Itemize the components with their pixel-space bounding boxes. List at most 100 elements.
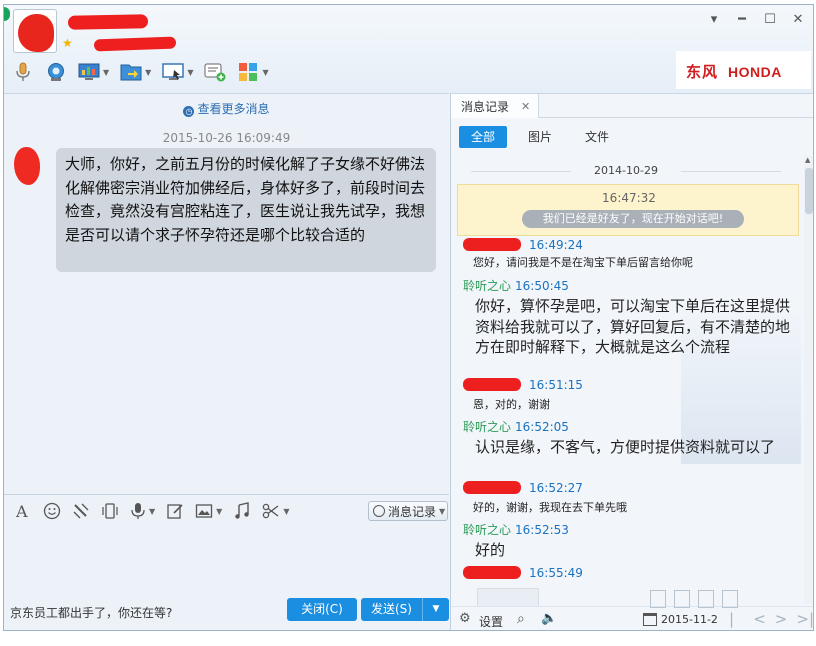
top-toolbar: ▼ ▼ ▼ ▼ — [12, 59, 280, 85]
online-indicator — [4, 7, 10, 21]
file-transfer-button[interactable]: ▼ — [120, 60, 151, 84]
music-button[interactable] — [233, 502, 251, 520]
history-filters: 全部 图片 文件 — [459, 126, 630, 148]
shake-button[interactable] — [72, 502, 90, 520]
vibrate-button[interactable] — [101, 502, 119, 520]
apps-grid-icon — [237, 61, 259, 83]
filter-images[interactable]: 图片 — [516, 126, 564, 148]
contact-avatar[interactable] — [13, 9, 57, 53]
close-tab-icon[interactable]: ✕ — [521, 100, 530, 113]
tab-label: 消息记录 — [461, 99, 510, 114]
view-more-label[interactable]: 查看更多消息 — [197, 102, 269, 116]
chevron-down-icon[interactable]: ▼ — [262, 68, 268, 77]
vibrate-icon — [102, 503, 118, 519]
editor-toolbar: A ▼ ▼ ▼ — [14, 500, 300, 522]
filter-files[interactable]: 文件 — [573, 126, 621, 148]
redaction-mark — [67, 14, 149, 30]
message-text: 好的 — [475, 541, 506, 559]
chevron-down-icon[interactable]: ▼ — [103, 68, 109, 77]
shake-icon — [73, 503, 89, 519]
tab-message-history[interactable]: 消息记录 ✕ — [451, 94, 539, 118]
date-separator: 2014-10-29 — [461, 164, 791, 178]
list-item: 16:49:24 您好，请问我是不是在淘宝下单后留言给你呢 — [463, 238, 799, 272]
voice-call-button[interactable] — [12, 60, 34, 84]
history-footer: ⚙ 设置 ⌕ 🔈 2015-11-2 |< < > >| — [451, 606, 813, 630]
chevron-down-icon[interactable]: ▼ — [283, 507, 289, 516]
webcam-icon — [45, 61, 67, 83]
promo-tip[interactable]: 京东员工都出手了，你还在等? — [10, 604, 172, 621]
list-item: 16:52:27 好的，谢谢，我现在去下单先哦 — [463, 481, 799, 517]
screenshot-button[interactable]: ▼ — [262, 502, 289, 520]
message-timestamp: 2015-10-26 16:09:49 — [162, 131, 291, 145]
chevron-down-icon[interactable]: ▼ — [187, 68, 193, 77]
scroll-thumb[interactable] — [805, 168, 813, 214]
filter-all[interactable]: 全部 — [459, 126, 508, 148]
chevron-down-icon[interactable]: ▼ — [149, 507, 155, 516]
chevron-down-icon: ▼ — [439, 506, 446, 516]
send-options-chevron-icon[interactable]: ▼ — [423, 598, 449, 621]
svg-text:A: A — [15, 502, 28, 520]
edit-button[interactable] — [166, 502, 184, 520]
message-input[interactable] — [4, 524, 449, 599]
sender-avatar[interactable] — [14, 147, 40, 185]
first-page-icon[interactable]: |< — [729, 610, 744, 630]
remote-desktop-button[interactable]: ▼ — [78, 60, 109, 84]
next-page-icon[interactable]: > — [775, 610, 788, 630]
brand-logo: 东风 HONDA — [676, 51, 811, 89]
list-item: 聆听之心 16:52:05 认识是缘，不客气，方便时提供资料就可以了 — [463, 418, 799, 458]
speaker-icon[interactable]: 🔈 — [541, 611, 557, 626]
send-button[interactable]: 发送(S) ▼ — [361, 598, 449, 621]
list-item: 聆听之心 16:52:53 好的 — [463, 521, 799, 561]
chat-window: ★ ▾ ━ ☐ ✕ 东风 HONDA ▼ ▼ ▼ ▼ ◷ 查看更多消息 2015… — [3, 4, 814, 631]
brand-english: HONDA — [728, 64, 782, 80]
settings-link[interactable]: 设置 — [479, 613, 503, 630]
file-transfer-icon — [120, 61, 142, 83]
history-list[interactable]: 2014-10-29 16:47:32 我们已经是好友了，现在开始对话吧! 16… — [451, 154, 801, 604]
list-item: 16:51:15 恩，对的，谢谢 — [463, 378, 799, 414]
message-text: 您好，请问我是不是在淘宝下单后留言给你呢 — [473, 256, 693, 269]
edit-icon — [167, 504, 183, 519]
message-text: 恩，对的，谢谢 — [473, 398, 550, 411]
minimize-button[interactable]: ━ — [733, 11, 751, 29]
smiley-icon — [43, 502, 61, 520]
message-history-button[interactable]: 消息记录 ▼ — [368, 501, 448, 521]
contact-name-row — [64, 13, 364, 31]
image-icon — [196, 504, 213, 518]
history-panel: 消息记录 ✕ 全部 图片 文件 2014-10-29 16:47:32 我们已经… — [450, 93, 813, 630]
scroll-up-icon[interactable]: ▲ — [805, 156, 810, 164]
microphone-icon — [12, 61, 34, 83]
apps-button[interactable]: ▼ — [237, 60, 269, 84]
calendar-icon[interactable] — [643, 613, 657, 626]
screen-share-icon — [162, 61, 185, 83]
system-notice: 16:47:32 我们已经是好友了，现在开始对话吧! — [457, 184, 799, 236]
close-button[interactable]: ✕ — [789, 11, 807, 29]
send-label[interactable]: 发送(S) — [361, 598, 423, 621]
video-call-button[interactable] — [45, 60, 67, 84]
maximize-button[interactable]: ☐ — [761, 11, 779, 29]
chevron-down-icon[interactable]: ▼ — [145, 68, 151, 77]
add-note-button[interactable] — [204, 60, 226, 84]
history-pagination: |< < > >| — [729, 610, 813, 630]
window-controls: ▾ ━ ☐ ✕ — [705, 11, 807, 29]
history-scrollbar[interactable]: ▲ — [804, 156, 813, 604]
clock-icon — [373, 505, 385, 517]
image-button[interactable]: ▼ — [195, 502, 222, 520]
dropdown-menu-icon[interactable]: ▾ — [705, 11, 723, 29]
prev-page-icon[interactable]: < — [753, 610, 766, 630]
gear-icon[interactable]: ⚙ — [459, 611, 471, 626]
system-message: 我们已经是好友了，现在开始对话吧! — [522, 210, 744, 228]
close-chat-button[interactable]: 关闭(C) — [287, 598, 357, 621]
message-text: 好的，谢谢，我现在去下单先哦 — [473, 501, 627, 514]
screen-share-button[interactable]: ▼ — [162, 60, 193, 84]
voice-message-button[interactable]: ▼ — [130, 502, 155, 520]
chevron-down-icon[interactable]: ▼ — [216, 507, 222, 516]
history-date[interactable]: 2015-11-2 — [661, 613, 718, 626]
scissors-icon — [263, 503, 279, 519]
last-page-icon[interactable]: >| — [796, 610, 813, 630]
search-icon[interactable]: ⌕ — [517, 611, 525, 627]
font-button[interactable]: A — [14, 502, 32, 520]
ghost-overlay — [650, 590, 738, 608]
message-text: 你好，算怀孕是吧，可以淘宝下单后在这里提供资料给我就可以了，算好回复后，有不清楚… — [475, 297, 791, 356]
view-more-link[interactable]: ◷ 查看更多消息 — [4, 100, 449, 117]
emoji-button[interactable] — [43, 502, 61, 520]
